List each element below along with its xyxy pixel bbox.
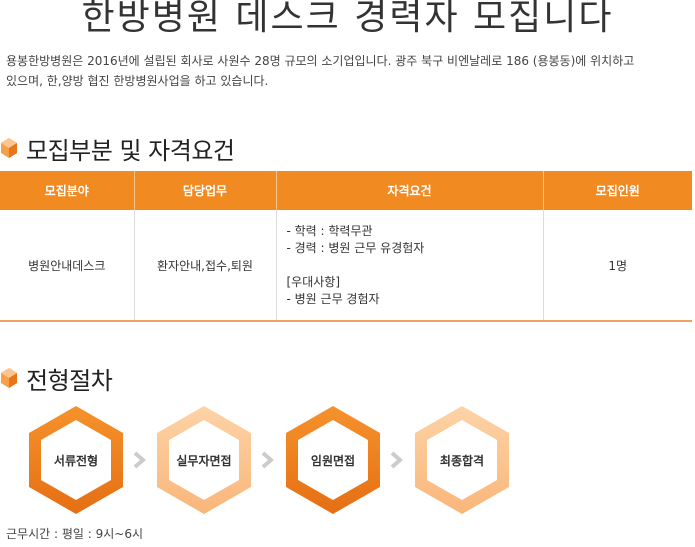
cell-field: 병원안내데스크 <box>0 210 135 322</box>
intro-line-1: 용봉한방병원은 2016년에 설립된 회사로 사원수 28명 규모의 소기업입니… <box>6 54 635 68</box>
header-count: 모집인원 <box>543 171 692 210</box>
process-step-3: 임원면접 <box>284 404 382 516</box>
process-flow: 서류전형 실무자면접 임원면접 최종합격 <box>0 404 695 520</box>
work-hours: 근무시간 : 평일 : 9시~6시 <box>6 527 143 541</box>
process-step-2: 실무자면접 <box>155 404 253 516</box>
chevron-right-icon <box>261 451 275 469</box>
header-duties: 담당업무 <box>134 171 277 210</box>
process-step-4: 최종합격 <box>413 404 511 516</box>
company-intro: 용봉한방병원은 2016년에 설립된 회사로 사원수 28명 규모의 소기업입니… <box>6 51 686 91</box>
preferred-heading: [우대사항] <box>286 274 341 289</box>
cell-count: 1명 <box>543 210 692 322</box>
chevron-right-icon <box>390 451 404 469</box>
table-row: 병원안내데스크 환자안내,접수,퇴원 - 학력 : 학력무관 - 경력 : 병원… <box>0 210 692 322</box>
header-field: 모집분야 <box>0 171 135 210</box>
header-requirements: 자격요건 <box>276 171 544 210</box>
cell-requirements: - 학력 : 학력무관 - 경력 : 병원 근무 유경험자 [우대사항] - 병… <box>276 210 544 322</box>
process-step-label: 서류전형 <box>53 453 99 468</box>
chevron-right-icon <box>133 451 147 469</box>
table-header-row: 모집분야 담당업무 자격요건 모집인원 <box>0 171 692 210</box>
cell-duties: 환자안내,접수,퇴원 <box>134 210 277 322</box>
requirements-table: 모집분야 담당업무 자격요건 모집인원 병원안내데스크 환자안내,접수,퇴원 -… <box>0 171 692 322</box>
process-step-label: 최종합격 <box>439 453 485 468</box>
requirement-experience: - 경력 : 병원 근무 유경험자 <box>286 240 425 255</box>
process-section-title: 전형절차 <box>26 366 113 395</box>
process-step-1: 서류전형 <box>27 404 125 516</box>
preferred-item: - 병원 근무 경험자 <box>286 291 380 306</box>
requirement-spacer <box>287 257 543 274</box>
page-title: 한방병원 데스크 경력자 모집니다 <box>81 0 614 38</box>
requirement-education: - 학력 : 학력무관 <box>286 223 373 238</box>
process-step-label: 임원면접 <box>310 453 356 468</box>
hexagon-bullet-icon <box>1 138 17 158</box>
process-section-header: 전형절차 <box>0 361 113 395</box>
hexagon-bullet-icon <box>1 368 17 388</box>
process-step-label: 실무자면접 <box>176 453 232 468</box>
recruit-section-title: 모집부분 및 자격요건 <box>26 136 235 165</box>
intro-line-2: 있으며, 한,양방 협진 한방병원사업을 하고 있습니다. <box>6 74 269 88</box>
recruit-section-header: 모집부분 및 자격요건 <box>0 131 235 165</box>
